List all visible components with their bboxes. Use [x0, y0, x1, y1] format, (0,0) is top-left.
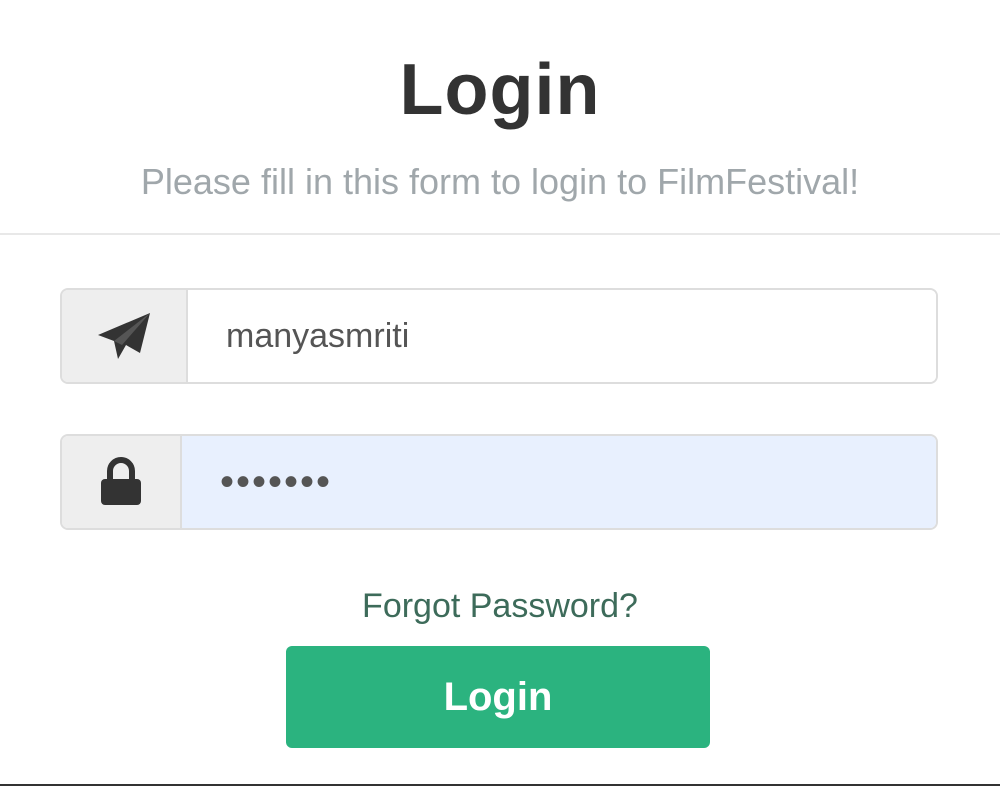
username-input[interactable] — [188, 290, 936, 382]
login-page: Login Please fill in this form to login … — [0, 0, 1000, 788]
forgot-password-link[interactable]: Forgot Password? — [0, 584, 1000, 628]
bottom-border — [0, 784, 1000, 786]
password-field-group — [60, 434, 938, 530]
login-button[interactable]: Login — [286, 646, 710, 748]
username-addon — [62, 290, 188, 382]
page-title: Login — [399, 50, 601, 130]
page-subtitle: Please fill in this form to login to Fil… — [140, 161, 860, 202]
paper-plane-icon — [98, 313, 150, 359]
password-input[interactable] — [182, 436, 936, 528]
lock-icon — [101, 457, 141, 505]
header-divider — [0, 233, 1000, 235]
username-field-group — [60, 288, 938, 384]
password-addon — [62, 436, 182, 528]
